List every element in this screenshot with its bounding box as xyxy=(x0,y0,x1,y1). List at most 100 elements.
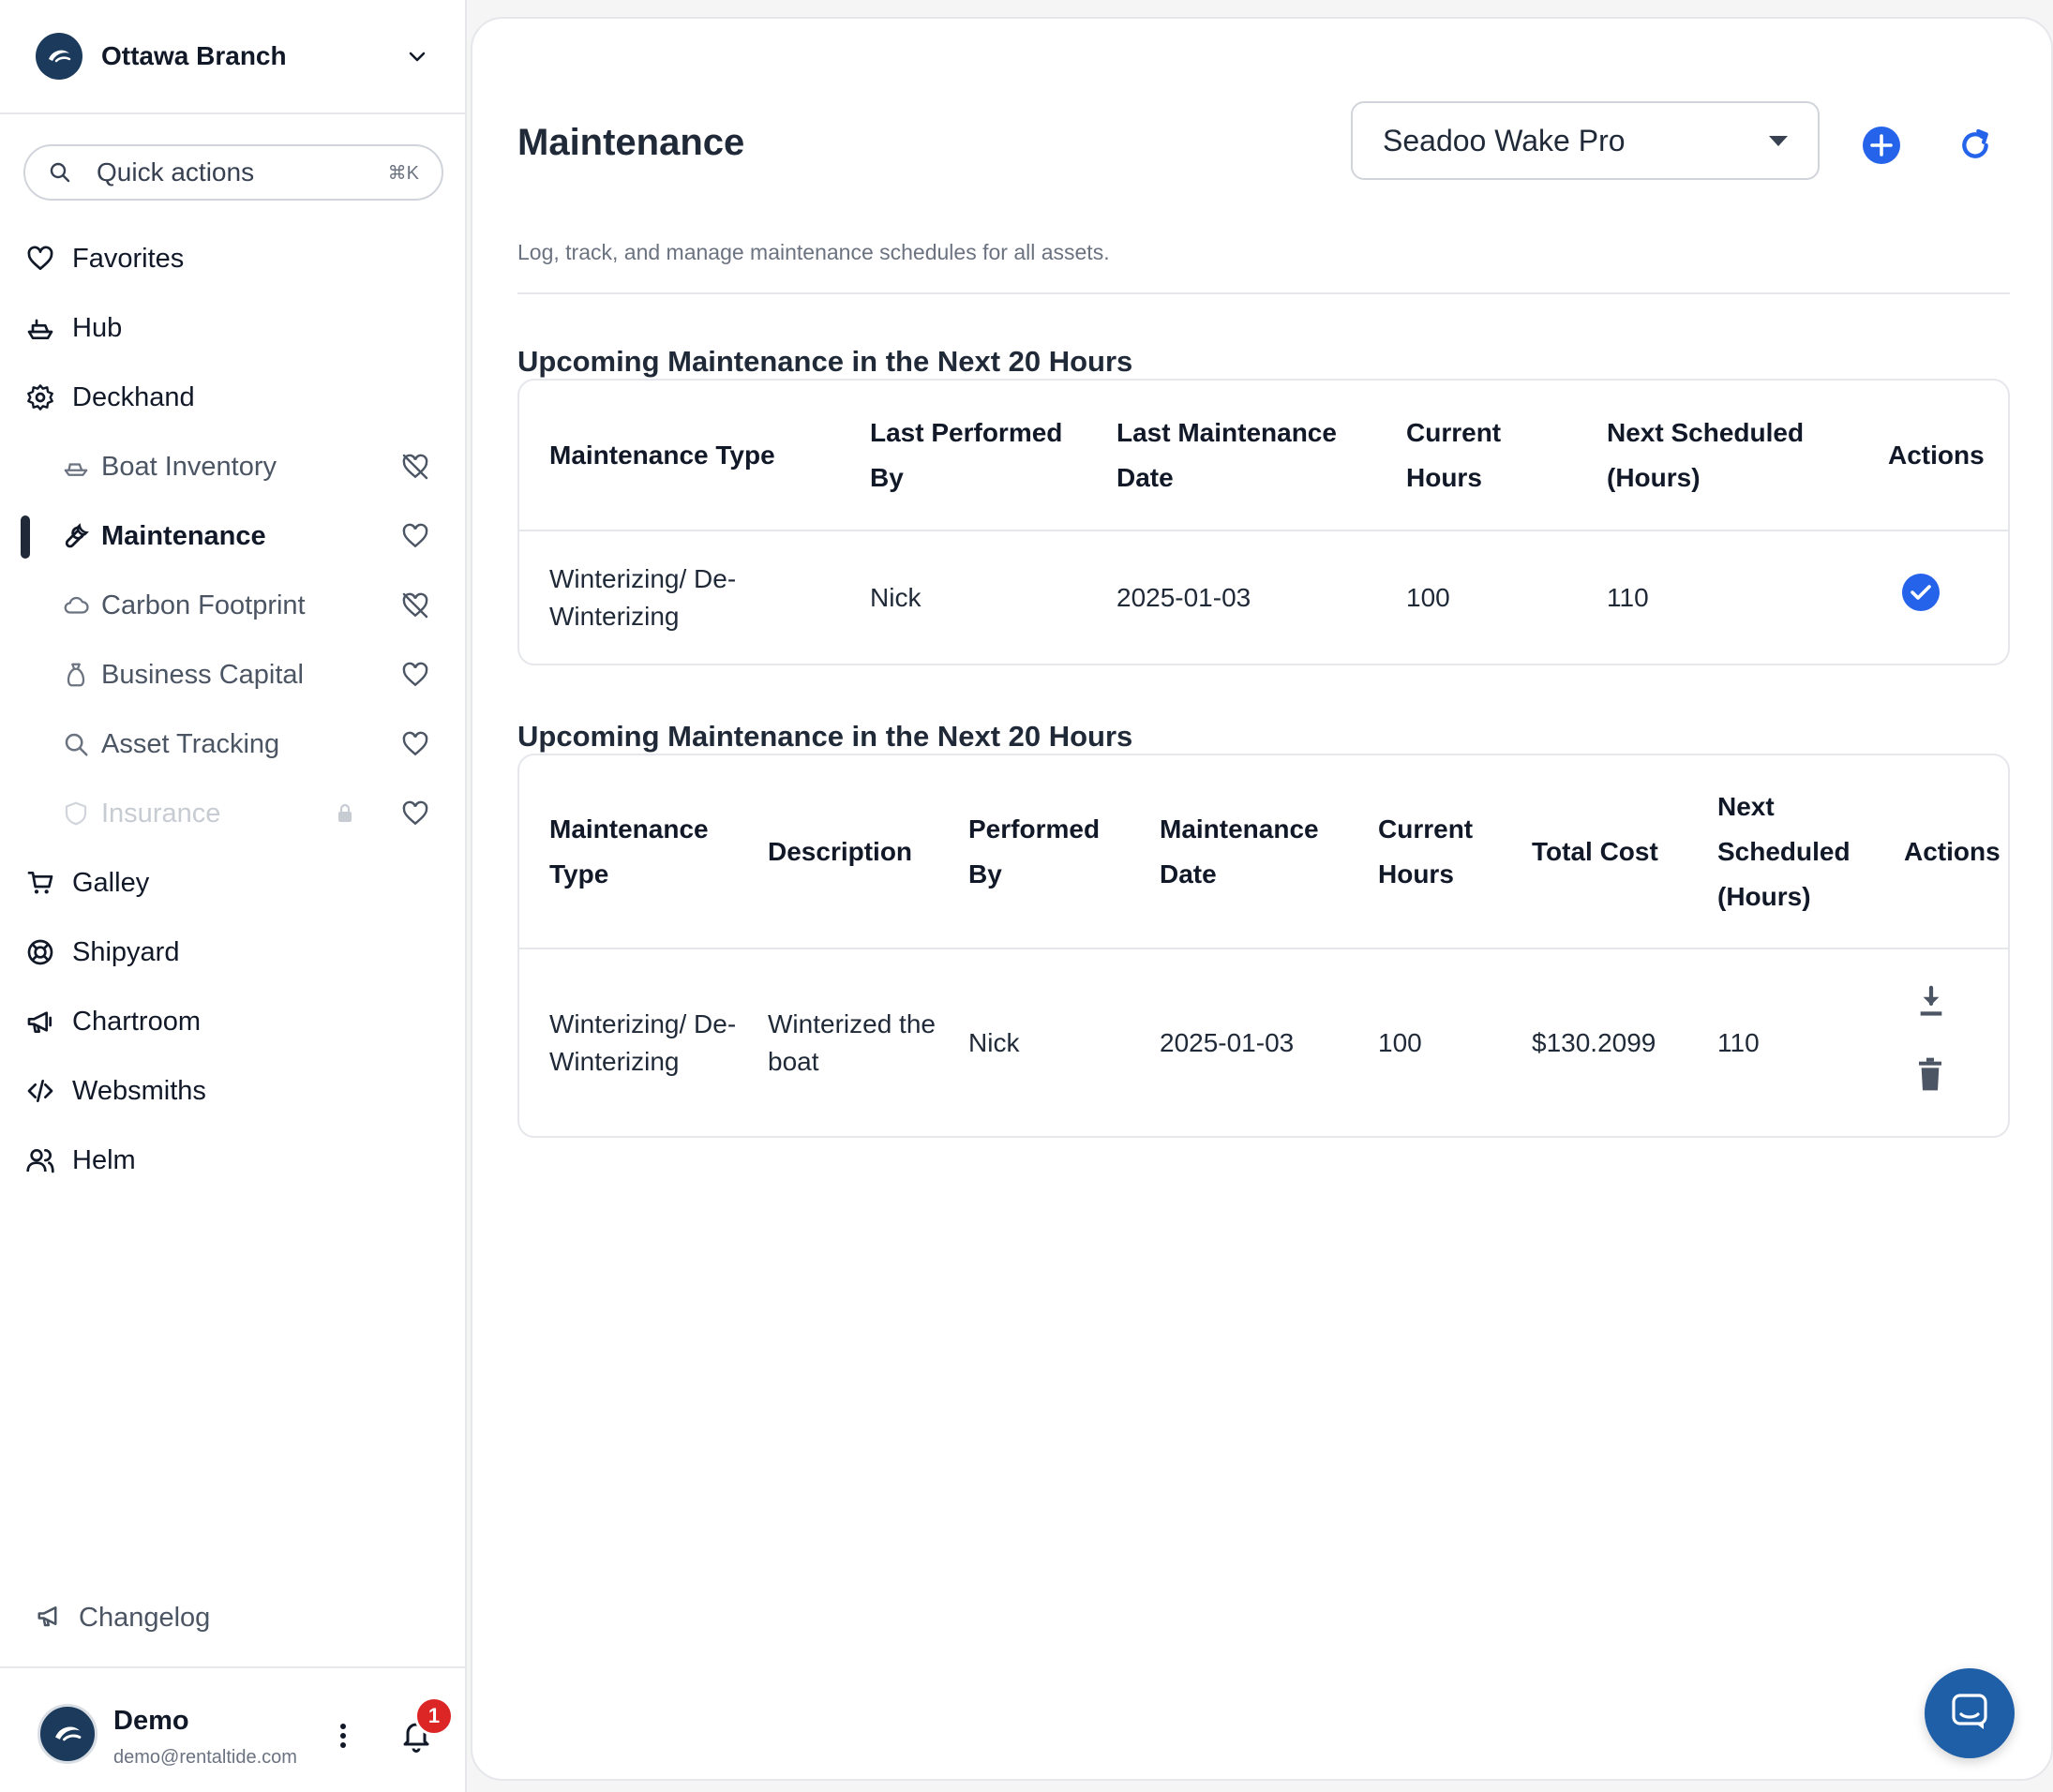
nav-label: Deckhand xyxy=(72,381,195,412)
nav-label: Asset Tracking xyxy=(101,728,280,759)
nav-chartroom[interactable]: Chartroom xyxy=(0,993,467,1050)
nav-galley[interactable]: Galley xyxy=(0,855,467,911)
col-current-hours: Current Hours xyxy=(1348,755,1502,949)
cell-cost: $130.2099 xyxy=(1532,1027,1656,1057)
col-last-performed-by: Last Performed By xyxy=(840,381,1086,531)
chat-icon xyxy=(1948,1690,1991,1738)
page-subtitle: Log, track, and manage maintenance sched… xyxy=(517,240,1110,264)
col-description: Description xyxy=(738,755,938,949)
quick-actions-label: Quick actions xyxy=(97,157,255,187)
upcoming-section-title: Upcoming Maintenance in the Next 20 Hour… xyxy=(517,345,1133,378)
changelog-link[interactable]: Changelog xyxy=(36,1590,210,1646)
check-circle-icon[interactable] xyxy=(1901,573,1941,622)
nav-label: Maintenance xyxy=(101,520,266,551)
upcoming-table: Maintenance Type Last Performed By Last … xyxy=(517,379,2010,665)
lifebuoy-icon xyxy=(24,936,56,968)
chat-launcher-button[interactable] xyxy=(1925,1668,2015,1758)
gear-icon xyxy=(24,381,56,413)
download-icon[interactable] xyxy=(1915,983,1947,1029)
refresh-icon[interactable] xyxy=(1954,124,1997,167)
heart-icon[interactable] xyxy=(398,519,432,553)
cart-icon xyxy=(24,867,56,899)
nav-websmiths[interactable]: Websmiths xyxy=(0,1063,467,1119)
nav-boat-inventory[interactable]: Boat Inventory xyxy=(0,439,467,495)
col-current-hours: Current Hours xyxy=(1376,381,1577,531)
changelog-label: Changelog xyxy=(79,1602,211,1633)
cell-next: 110 xyxy=(1717,1027,1760,1057)
search-icon xyxy=(60,728,92,760)
page-title: Maintenance xyxy=(517,122,745,163)
nav-label: Galley xyxy=(72,867,150,898)
nav-deckhand[interactable]: Deckhand xyxy=(0,369,467,426)
cloud-icon xyxy=(60,590,92,621)
nav-asset-tracking[interactable]: Asset Tracking xyxy=(0,716,467,772)
caret-down-icon xyxy=(1769,135,1788,146)
nav-insurance[interactable]: Insurance xyxy=(0,785,467,842)
chevron-down-icon xyxy=(403,42,431,70)
cell-performed-by: Nick xyxy=(870,582,922,612)
col-next-scheduled: Next Scheduled (Hours) xyxy=(1577,381,1858,531)
sidebar: Ottawa Branch Quick actions ⌘K Favorites… xyxy=(0,0,467,1792)
cell-date: 2025-01-03 xyxy=(1160,1027,1295,1057)
branch-name: Ottawa Branch xyxy=(101,41,287,70)
heart-icon[interactable] xyxy=(398,727,432,761)
cell-actions xyxy=(1874,948,2008,1136)
user-name: Demo xyxy=(113,1706,189,1736)
nav-label: Carbon Footprint xyxy=(101,590,306,620)
ship-icon xyxy=(24,312,56,344)
megaphone-icon xyxy=(24,1006,56,1038)
col-actions: Actions xyxy=(1874,755,2008,949)
heart-off-icon[interactable] xyxy=(398,450,432,484)
col-maintenance-type: Maintenance Type xyxy=(519,381,840,531)
cell-performed-by: Nick xyxy=(968,1027,1020,1057)
col-performed-by: Performed By xyxy=(938,755,1130,949)
cell-next: 110 xyxy=(1607,582,1649,612)
main-panel: Maintenance Seadoo Wake Pro Log, track, … xyxy=(471,17,2053,1781)
table-header-row: Maintenance Type Description Performed B… xyxy=(519,755,2008,949)
lock-icon xyxy=(334,802,356,825)
table-row: Winterizing/ De-Winterizing Winterized t… xyxy=(519,948,2008,1136)
cell-maintenance-type: Winterizing/ De-Winterizing xyxy=(549,1008,737,1076)
nav-label: Hub xyxy=(72,312,123,343)
user-email: demo@rentaltide.com xyxy=(113,1747,297,1768)
col-total-cost: Total Cost xyxy=(1502,755,1687,949)
brand-logo-icon xyxy=(36,33,82,80)
nav-carbon-footprint[interactable]: Carbon Footprint xyxy=(0,577,467,634)
nav-business-capital[interactable]: Business Capital xyxy=(0,647,467,703)
branch-switcher[interactable]: Ottawa Branch xyxy=(0,0,467,114)
cell-date: 2025-01-03 xyxy=(1116,582,1251,612)
add-circle-icon[interactable] xyxy=(1860,124,1903,167)
wrench-icon xyxy=(60,520,92,552)
nav-hub[interactable]: Hub xyxy=(0,300,467,356)
nav-helm[interactable]: Helm xyxy=(0,1132,467,1188)
trash-icon[interactable] xyxy=(1915,1055,1945,1103)
cell-maintenance-type: Winterizing/ De-Winterizing xyxy=(549,563,737,631)
nav-shipyard[interactable]: Shipyard xyxy=(0,924,467,980)
col-next-scheduled: Next Scheduled (Hours) xyxy=(1687,755,1874,949)
asset-select-value: Seadoo Wake Pro xyxy=(1383,123,1626,157)
search-icon xyxy=(48,159,74,186)
quick-actions-search[interactable]: Quick actions ⌘K xyxy=(23,144,443,201)
code-icon xyxy=(24,1075,56,1107)
cell-hours: 100 xyxy=(1406,582,1450,612)
more-vertical-icon[interactable] xyxy=(328,1717,358,1755)
heart-icon[interactable] xyxy=(398,797,432,830)
heart-icon xyxy=(24,243,56,275)
heart-icon[interactable] xyxy=(398,658,432,692)
nav-label: Boat Inventory xyxy=(101,451,277,482)
asset-select[interactable]: Seadoo Wake Pro xyxy=(1351,101,1820,180)
avatar[interactable] xyxy=(37,1704,97,1764)
megaphone-icon xyxy=(36,1602,64,1635)
table-header-row: Maintenance Type Last Performed By Last … xyxy=(519,381,2008,531)
heart-off-icon[interactable] xyxy=(398,589,432,622)
nav-maintenance[interactable]: Maintenance xyxy=(0,508,467,564)
col-maintenance-type: Maintenance Type xyxy=(519,755,738,949)
shield-icon xyxy=(60,798,92,829)
nav-label: Helm xyxy=(72,1144,136,1175)
nav-label: Insurance xyxy=(101,798,221,829)
col-last-maintenance-date: Last Maintenance Date xyxy=(1086,381,1376,531)
quick-actions-shortcut: ⌘K xyxy=(387,162,419,184)
nav-favorites[interactable]: Favorites xyxy=(0,231,467,287)
nav-label: Business Capital xyxy=(101,659,304,690)
cell-hours: 100 xyxy=(1378,1027,1422,1057)
